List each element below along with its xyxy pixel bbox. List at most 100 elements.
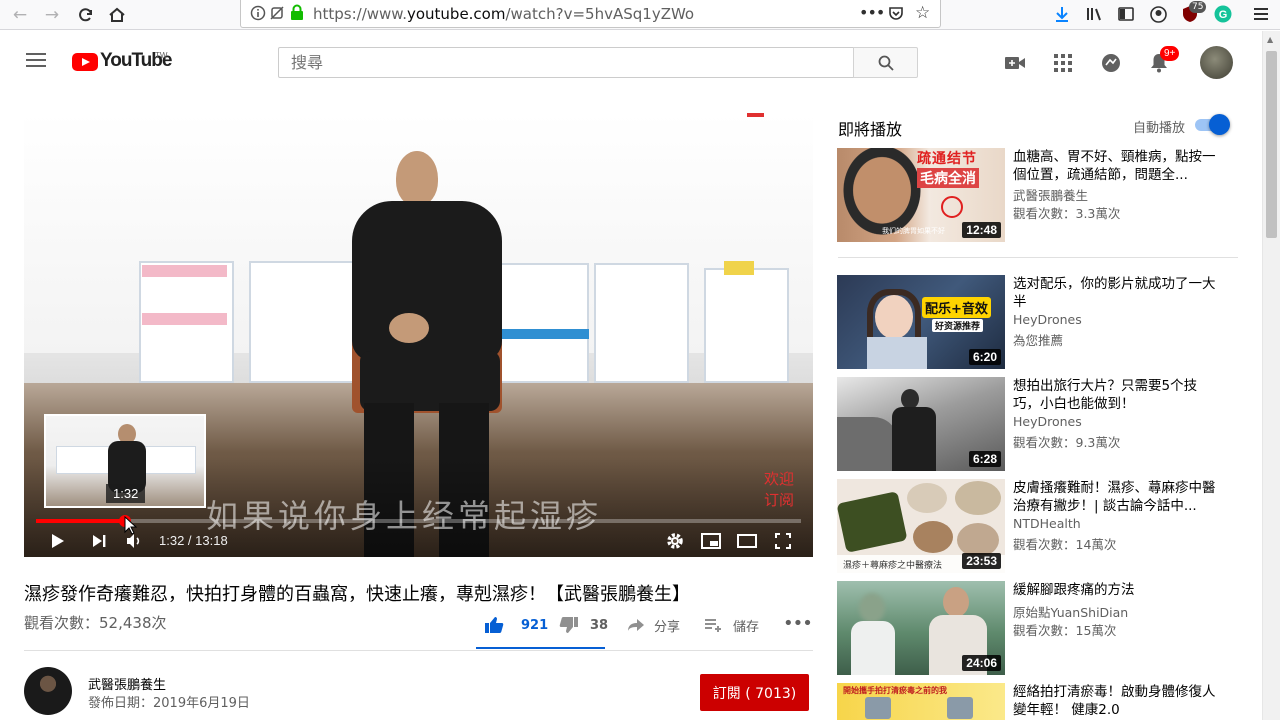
recommended-video[interactable]: 24:06 緩解腳跟疼痛的方法 原始點YuanShiDian 觀看次數：15萬次 <box>837 581 1237 675</box>
video-thumbnail[interactable]: 配乐+音效 好资源推荐 6:20 <box>837 275 1005 369</box>
user-avatar[interactable] <box>1200 46 1233 79</box>
url-path: /watch?v=5hvASq1yZWo <box>505 5 695 23</box>
page-scrollbar[interactable]: ▲ <box>1262 31 1280 720</box>
recommended-title[interactable]: 皮膚搔癢難耐！濕疹、蕁麻疹中醫治療有撇步！| 談古論今話中... <box>1013 479 1223 515</box>
more-actions-icon[interactable]: ••• <box>783 612 813 634</box>
thumb-bowl <box>955 481 1001 515</box>
thumb-head <box>901 389 919 409</box>
grammarly-icon[interactable]: G <box>1214 5 1232 27</box>
address-bar[interactable]: https://www.youtube.com/watch?v=5hvASq1y… <box>240 0 941 28</box>
video-thumbnail[interactable]: 24:06 <box>837 581 1005 675</box>
like-ratio-bar <box>476 647 605 649</box>
back-arrow-icon[interactable]: ← <box>8 3 32 27</box>
page-actions-icon[interactable]: ••• <box>859 3 885 22</box>
video-duration: 6:28 <box>968 451 1001 467</box>
recommended-title[interactable]: 經絡拍打清瘀毒！啟動身體修復人變年輕！ 健康2.0 <box>1013 683 1223 719</box>
miniplayer-icon[interactable] <box>699 529 723 553</box>
shelf-right <box>594 263 689 383</box>
dislike-button[interactable]: 38 <box>559 614 608 636</box>
time-display: 1:32 / 13:18 <box>159 533 228 548</box>
thumb-head <box>943 587 969 617</box>
svg-text:G: G <box>1219 9 1228 21</box>
video-thumbnail[interactable]: 開始攜手拍打清瘀毒之前的我 <box>837 683 1005 720</box>
add-to-playlist-icon <box>705 619 721 632</box>
pocket-icon[interactable] <box>888 5 904 25</box>
fullscreen-icon[interactable] <box>771 529 795 553</box>
info-icon[interactable] <box>250 5 266 25</box>
shelf-item <box>724 261 754 275</box>
recommended-video[interactable]: 疏通结节 毛病全消 我们的脾胃如果不好 12:48 血糖高、胃不好、頸椎病，點按… <box>837 148 1237 242</box>
video-thumbnail[interactable]: 濕疹＋蕁麻疹之中醫療法 23:53 <box>837 479 1005 573</box>
thumb-overlay-text: 配乐+音效 <box>922 297 991 318</box>
share-button[interactable]: 分享 <box>627 614 680 636</box>
bookmark-star-icon[interactable]: ☆ <box>915 3 930 23</box>
create-video-icon[interactable] <box>1003 51 1027 75</box>
recommended-video[interactable]: 6:28 想拍出旅行大片？只需要5个技巧，小白也能做到！ HeyDrones 觀… <box>837 377 1237 471</box>
thumb-overlay-text: 毛病全消 <box>917 168 979 188</box>
video-duration: 6:20 <box>968 349 1001 365</box>
settings-gear-icon[interactable] <box>663 529 687 553</box>
video-thumbnail[interactable]: 6:28 <box>837 377 1005 471</box>
lock-icon[interactable] <box>290 4 304 25</box>
video-thumbnail[interactable]: 疏通结节 毛病全消 我们的脾胃如果不好 12:48 <box>837 148 1005 242</box>
video-duration: 12:48 <box>962 222 1001 238</box>
search-input[interactable] <box>278 47 854 78</box>
library-icon[interactable] <box>1086 6 1104 26</box>
autoplay-label: 自動播放 <box>1133 121 1186 136</box>
messages-icon[interactable] <box>1099 51 1123 75</box>
extension-badge: 75 <box>1189 1 1207 13</box>
menu-icon[interactable] <box>1253 6 1269 25</box>
recommended-video[interactable]: 濕疹＋蕁麻疹之中醫療法 23:53 皮膚搔癢難耐！濕疹、蕁麻疹中醫治療有撇步！|… <box>837 479 1237 573</box>
save-button[interactable]: 儲存 <box>704 614 759 636</box>
recommended-channel[interactable]: 武醫張鵬養生 <box>1013 185 1088 204</box>
scrollbar-thumb[interactable] <box>1266 51 1277 238</box>
thumb-rock <box>837 417 897 471</box>
reload-icon[interactable] <box>74 3 98 27</box>
progress-bar[interactable] <box>36 515 801 527</box>
hamburger-menu-icon[interactable] <box>26 52 46 72</box>
forward-arrow-icon[interactable]: → <box>40 3 64 27</box>
account-icon[interactable] <box>1150 6 1167 27</box>
recommended-channel[interactable]: HeyDrones <box>1013 312 1082 327</box>
download-icon[interactable] <box>1053 5 1071 27</box>
recommended-channel[interactable]: 原始點YuanShiDian <box>1013 602 1128 621</box>
publish-date: 發佈日期：2019年6月19日 <box>88 696 250 711</box>
permissions-icon[interactable] <box>269 5 285 25</box>
youtube-logo-icon[interactable] <box>72 53 98 71</box>
thumb-photo <box>865 697 891 719</box>
apps-grid-icon[interactable] <box>1051 51 1075 75</box>
watermark-line-2: 订阅 <box>764 491 795 509</box>
thumb-caption: 我们的脾胃如果不好 <box>882 227 945 235</box>
subscribe-button[interactable]: 訂閱 ( 7013) <box>700 674 809 711</box>
play-icon[interactable] <box>46 529 70 553</box>
thumb-circle-mark <box>941 196 963 218</box>
recommended-channel[interactable]: NTDHealth <box>1013 516 1081 531</box>
recommended-title[interactable]: 緩解腳跟疼痛的方法 <box>1013 581 1223 599</box>
next-video-icon[interactable] <box>87 529 111 553</box>
toggle-knob <box>1209 114 1230 135</box>
theater-mode-icon[interactable] <box>735 529 759 553</box>
home-icon[interactable] <box>105 3 129 27</box>
channel-avatar[interactable] <box>24 667 72 715</box>
like-button[interactable]: 921 <box>484 614 548 636</box>
thumb-bowl <box>913 521 953 553</box>
scroll-up-icon[interactable]: ▲ <box>1267 35 1273 44</box>
dislike-count: 38 <box>590 617 609 633</box>
url-text: https://www.youtube.com/watch?v=5hvASq1y… <box>313 5 694 23</box>
autoplay-toggle[interactable] <box>1195 114 1230 135</box>
video-player[interactable]: 如果说你身上经常起湿疹 欢迎 订阅 1:32 1:32 / 13:18 <box>24 113 813 557</box>
up-next-heading: 即將播放 <box>838 120 903 139</box>
shelf-center-right <box>494 263 589 383</box>
watermark-line-1: 欢迎 <box>764 470 795 488</box>
recommended-title[interactable]: 想拍出旅行大片？只需要5个技巧，小白也能做到！ <box>1013 377 1223 413</box>
recommended-title[interactable]: 血糖高、胃不好、頸椎病，點按一個位置，疏通結節，問題全... <box>1013 148 1223 184</box>
search-button[interactable] <box>853 47 918 78</box>
recommended-title[interactable]: 选对配乐，你的影片就成功了一大半 <box>1013 275 1223 311</box>
recommended-video[interactable]: 配乐+音效 好资源推荐 6:20 选对配乐，你的影片就成功了一大半 HeyDro… <box>837 275 1237 369</box>
channel-name[interactable]: 武醫張鵬養生 <box>88 674 166 693</box>
sidebar-icon[interactable] <box>1118 6 1134 26</box>
player-controls: 1:32 / 13:18 <box>24 525 813 557</box>
share-icon <box>628 619 644 631</box>
recommended-video[interactable]: 開始攜手拍打清瘀毒之前的我 經絡拍打清瘀毒！啟動身體修復人變年輕！ 健康2.0 <box>837 683 1237 720</box>
recommended-channel[interactable]: HeyDrones <box>1013 414 1082 429</box>
